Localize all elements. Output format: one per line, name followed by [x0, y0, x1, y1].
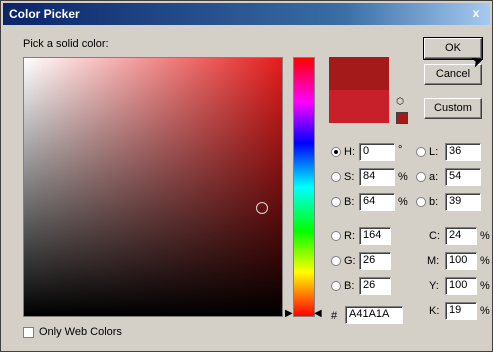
b-lab-label: b:	[429, 196, 439, 208]
g-input[interactable]: 26	[359, 252, 391, 270]
s-label: S:	[344, 171, 355, 183]
color-field[interactable]	[23, 57, 283, 317]
b-lab-input[interactable]: 39	[445, 193, 481, 211]
radio-a[interactable]	[416, 172, 426, 182]
l-label: L:	[429, 146, 439, 158]
y-label: Y:	[429, 280, 439, 292]
s-input[interactable]: 84	[359, 168, 395, 186]
hue-slider-left-arrow-icon[interactable]: ▶	[285, 308, 293, 319]
hex-input[interactable]: A41A1A	[345, 306, 403, 324]
hue-slider[interactable]	[293, 57, 315, 317]
c-label: C:	[429, 230, 440, 242]
y-input[interactable]: 100	[445, 277, 477, 295]
a-label: a:	[429, 171, 439, 183]
current-color-swatch[interactable]	[329, 90, 389, 123]
g-label: G:	[344, 255, 356, 267]
radio-b-lab[interactable]	[416, 197, 426, 207]
c-unit: %	[480, 230, 490, 242]
title-bar: Color Picker x	[3, 3, 490, 25]
only-web-colors-checkbox[interactable]	[23, 327, 34, 338]
radio-r[interactable]	[331, 231, 341, 241]
c-input[interactable]: 24	[445, 227, 477, 245]
radio-b-brightness[interactable]	[331, 197, 341, 207]
m-label: M:	[427, 255, 440, 267]
b-brightness-input[interactable]: 64	[359, 193, 395, 211]
b-blue-input[interactable]: 26	[359, 277, 391, 295]
b-blue-label: B:	[344, 280, 355, 292]
h-label: H:	[344, 146, 355, 158]
cube-warning-icon[interactable]: ⬡	[395, 96, 405, 106]
web-safe-color-swatch[interactable]	[396, 112, 408, 124]
hue-slider-right-arrow-icon[interactable]: ◀	[314, 308, 322, 319]
close-icon[interactable]: x	[468, 6, 484, 20]
r-label: R:	[344, 230, 355, 242]
color-selector-circle[interactable]	[256, 202, 268, 214]
radio-g[interactable]	[331, 256, 341, 266]
radio-l[interactable]	[416, 147, 426, 157]
window-title: Color Picker	[9, 7, 80, 21]
b-brightness-unit: %	[398, 196, 408, 208]
m-unit: %	[480, 255, 490, 267]
y-unit: %	[480, 280, 490, 292]
custom-button[interactable]: Custom	[424, 98, 482, 119]
h-unit: °	[398, 144, 403, 156]
k-label: K:	[429, 305, 440, 317]
l-input[interactable]: 36	[445, 143, 481, 161]
pick-color-label: Pick a solid color:	[23, 38, 109, 50]
only-web-colors-label: Only Web Colors	[39, 326, 122, 338]
a-input[interactable]: 54	[445, 168, 481, 186]
hex-label: #	[331, 310, 338, 322]
b-brightness-label: B:	[344, 196, 355, 208]
k-input[interactable]: 19	[445, 302, 477, 320]
radio-h[interactable]	[331, 147, 341, 157]
h-input[interactable]: 0	[359, 143, 395, 161]
r-input[interactable]: 164	[359, 227, 391, 245]
new-color-swatch	[329, 57, 389, 90]
radio-b-blue[interactable]	[331, 281, 341, 291]
radio-s[interactable]	[331, 172, 341, 182]
m-input[interactable]: 100	[445, 252, 477, 270]
color-picker-dialog: Color Picker x Pick a solid color: ▶ ◀ ⬡…	[0, 0, 493, 352]
k-unit: %	[480, 305, 490, 317]
s-unit: %	[398, 171, 408, 183]
